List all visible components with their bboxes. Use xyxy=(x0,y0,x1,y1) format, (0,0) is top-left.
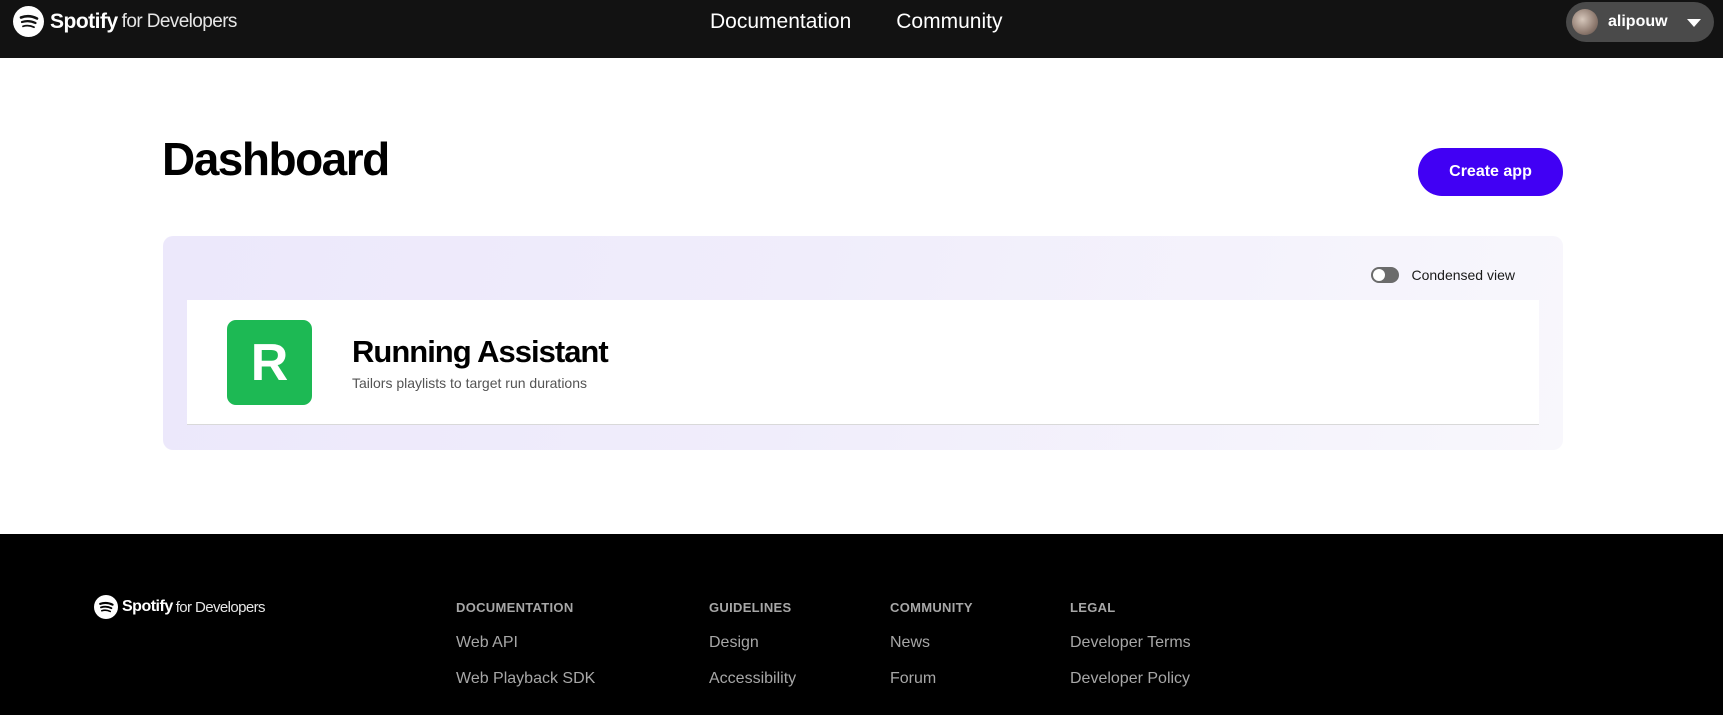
spotify-developers-logo[interactable]: Spotify for Developers xyxy=(13,6,237,37)
footer-link-design[interactable]: Design xyxy=(709,634,796,652)
footer: Spotify for Developers DOCUMENTATION Web… xyxy=(0,534,1723,715)
footer-column-documentation: DOCUMENTATION Web API Web Playback SDK xyxy=(456,600,595,706)
footer-link-forum[interactable]: Forum xyxy=(890,670,973,688)
spotify-logo-icon xyxy=(94,595,118,619)
footer-brand-name: Spotify xyxy=(122,598,173,615)
condensed-view-control: Condensed view xyxy=(1371,267,1515,283)
footer-link-web-api[interactable]: Web API xyxy=(456,634,595,652)
footer-logo[interactable]: Spotify for Developers xyxy=(94,595,265,619)
app-description: Tailors playlists to target run duration… xyxy=(352,375,587,391)
footer-link-developer-terms[interactable]: Developer Terms xyxy=(1070,634,1191,652)
app-icon: R xyxy=(227,320,312,405)
footer-column-community: COMMUNITY News Forum xyxy=(890,600,973,706)
app-card[interactable]: R Running Assistant Tailors playlists to… xyxy=(187,300,1539,425)
avatar xyxy=(1572,9,1598,35)
main-nav: Documentation Community xyxy=(710,10,1002,34)
footer-heading: DOCUMENTATION xyxy=(456,600,574,615)
footer-heading: LEGAL xyxy=(1070,600,1116,615)
brand-name: Spotify xyxy=(50,9,118,33)
footer-link-web-playback-sdk[interactable]: Web Playback SDK xyxy=(456,670,595,688)
footer-brand-subtitle: for Developers xyxy=(175,598,266,616)
nav-documentation[interactable]: Documentation xyxy=(710,10,851,34)
top-navigation-bar: Spotify for Developers Documentation Com… xyxy=(0,0,1723,58)
page-title: Dashboard xyxy=(162,133,390,185)
footer-link-news[interactable]: News xyxy=(890,634,973,652)
app-name: Running Assistant xyxy=(352,334,609,369)
footer-column-legal: LEGAL Developer Terms Developer Policy xyxy=(1070,600,1191,706)
footer-heading: GUIDELINES xyxy=(709,600,792,615)
nav-community[interactable]: Community xyxy=(896,10,1002,34)
spotify-logo-icon xyxy=(13,6,44,37)
footer-link-accessibility[interactable]: Accessibility xyxy=(709,670,796,688)
chevron-down-icon xyxy=(1687,19,1701,27)
user-menu-button[interactable]: alipouw xyxy=(1566,2,1714,42)
apps-panel: Condensed view R Running Assistant Tailo… xyxy=(163,236,1563,450)
brand-subtitle: for Developers xyxy=(121,10,238,32)
footer-column-guidelines: GUIDELINES Design Accessibility xyxy=(709,600,796,706)
username: alipouw xyxy=(1608,13,1668,30)
condensed-view-toggle[interactable] xyxy=(1371,267,1400,283)
footer-heading: COMMUNITY xyxy=(890,600,973,615)
toggle-knob xyxy=(1373,269,1386,281)
footer-link-developer-policy[interactable]: Developer Policy xyxy=(1070,670,1191,688)
condensed-view-label: Condensed view xyxy=(1411,267,1515,283)
create-app-button[interactable]: Create app xyxy=(1418,148,1563,196)
